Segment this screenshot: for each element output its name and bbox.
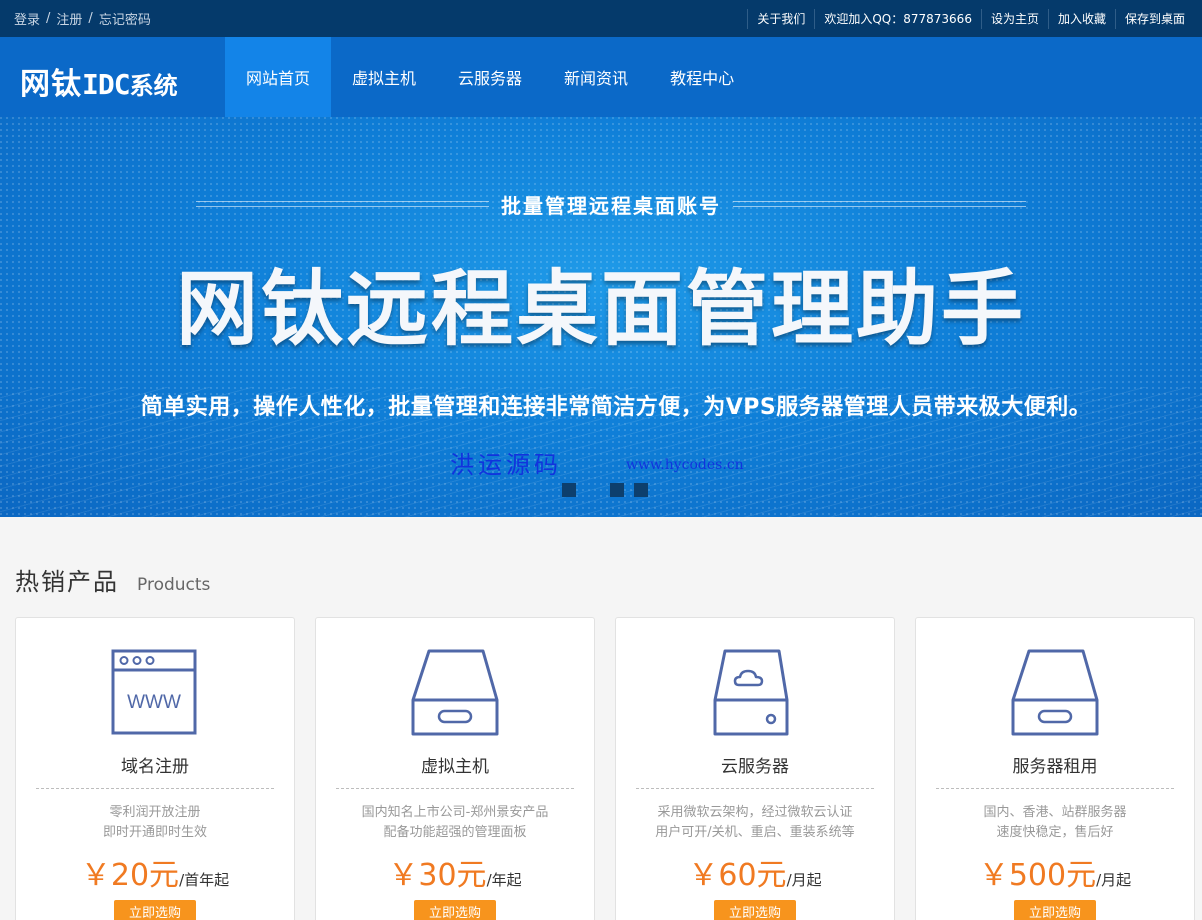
register-link[interactable]: 注册 bbox=[56, 9, 82, 28]
product-name: 域名注册 bbox=[121, 757, 189, 777]
nav-item-home[interactable]: 网站首页 bbox=[225, 37, 332, 117]
qq-group-link[interactable]: 欢迎加入QQ：877873666 bbox=[814, 8, 981, 29]
buy-now-button[interactable]: 立即选购 bbox=[1014, 900, 1096, 920]
price-unit: /首年起 bbox=[179, 871, 230, 889]
buy-now-button[interactable]: 立即选购 bbox=[714, 900, 796, 920]
forgot-password-link[interactable]: 忘记密码 bbox=[99, 9, 151, 28]
hero-banner[interactable]: 批量管理远程桌面账号 网钛远程桌面管理助手 简单实用，操作人性化，批量管理和连接… bbox=[0, 117, 1202, 517]
product-name: 服务器租用 bbox=[1012, 757, 1098, 777]
server-drive-icon bbox=[1011, 649, 1099, 736]
nav-item-tutorials[interactable]: 教程中心 bbox=[649, 37, 755, 117]
price-unit: /月起 bbox=[786, 871, 822, 889]
save-to-desktop-link[interactable]: 保存到桌面 bbox=[1114, 8, 1194, 29]
watermark-url: www.hycodes.cn bbox=[626, 457, 744, 473]
carousel-indicators bbox=[562, 483, 658, 497]
product-card-domain[interactable]: WWW 域名注册 零利润开放注册 即时开通即时生效 ￥20元 /首年起 立即选购 bbox=[15, 617, 295, 920]
product-price: ￥60元 /月起 bbox=[616, 850, 894, 894]
product-price: ￥30元 /年起 bbox=[316, 850, 594, 894]
card-divider bbox=[336, 788, 574, 789]
hard-drive-icon bbox=[411, 649, 499, 736]
product-price: ￥500元 /月起 bbox=[916, 850, 1194, 894]
product-desc-line2: 速度快稳定，售后好 bbox=[996, 825, 1114, 840]
banner-subtitle-row: 批量管理远程桌面账号 bbox=[196, 189, 1026, 219]
carousel-dot-2[interactable] bbox=[586, 483, 600, 497]
login-link[interactable]: 登录 bbox=[14, 9, 40, 28]
nav-item-cloud-server[interactable]: 云服务器 bbox=[437, 37, 543, 117]
section-title-en: Products bbox=[137, 575, 211, 595]
price-unit: /年起 bbox=[486, 871, 522, 889]
nav-item-virtual-host[interactable]: 虚拟主机 bbox=[331, 37, 437, 117]
price-unit: /月起 bbox=[1096, 871, 1132, 889]
browser-www-icon: WWW bbox=[111, 649, 197, 735]
nav-item-news[interactable]: 新闻资讯 bbox=[543, 37, 649, 117]
banner-headline: 网钛远程桌面管理助手 bbox=[175, 262, 1026, 357]
price-amount: ￥60元 bbox=[688, 858, 787, 893]
main-nav: 网站首页 虚拟主机 云服务器 新闻资讯 教程中心 bbox=[225, 37, 755, 117]
logo-text-part2: IDC bbox=[82, 68, 131, 101]
utility-links: 关于我们 欢迎加入QQ：877873666 设为主页 加入收藏 保存到桌面 bbox=[747, 0, 1194, 37]
product-card-virtual-host[interactable]: 虚拟主机 国内知名上市公司-郑州景安产品 配备功能超强的管理面板 ￥30元 /年… bbox=[315, 617, 595, 920]
product-name: 云服务器 bbox=[721, 757, 789, 777]
decorative-rule-right bbox=[733, 201, 1026, 207]
logo-text-part1: 网钛 bbox=[20, 67, 82, 102]
account-links: 登录 / 注册 / 忘记密码 bbox=[14, 0, 151, 37]
price-amount: ￥500元 bbox=[978, 858, 1097, 893]
product-desc-line1: 零利润开放注册 bbox=[109, 805, 201, 820]
product-cards: WWW 域名注册 零利润开放注册 即时开通即时生效 ￥20元 /首年起 立即选购… bbox=[15, 617, 1195, 920]
product-card-cloud-server[interactable]: 云服务器 采用微软云架构，经过微软云认证 用户可开/关机、重启、重装系统等 ￥6… bbox=[615, 617, 895, 920]
watermark-text: 洪运源码 bbox=[450, 451, 562, 479]
price-amount: ￥20元 bbox=[80, 858, 180, 893]
product-name: 虚拟主机 bbox=[421, 757, 489, 777]
price-amount: ￥30元 bbox=[388, 858, 487, 893]
section-title-cn: 热销产品 bbox=[15, 568, 119, 596]
separator: / bbox=[46, 11, 51, 26]
product-desc-line1: 采用微软云架构，经过微软云认证 bbox=[657, 805, 853, 820]
card-divider bbox=[36, 788, 274, 789]
card-divider bbox=[636, 788, 874, 789]
product-desc-line2: 用户可开/关机、重启、重装系统等 bbox=[655, 825, 855, 840]
logo-text-part3: 系统 bbox=[129, 72, 178, 100]
site-logo[interactable]: 网钛 IDC 系统 bbox=[20, 59, 178, 102]
banner-description: 简单实用，操作人性化，批量管理和连接非常简洁方便，为VPS服务器管理人员带来极大… bbox=[140, 395, 1092, 420]
separator: / bbox=[88, 11, 93, 26]
cloud-drive-icon bbox=[713, 649, 789, 736]
top-bar: 登录 / 注册 / 忘记密码 关于我们 欢迎加入QQ：877873666 设为主… bbox=[0, 0, 1202, 37]
product-desc-line2: 即时开通即时生效 bbox=[102, 825, 207, 840]
card-divider bbox=[936, 788, 1174, 789]
product-price: ￥20元 /首年起 bbox=[16, 850, 294, 894]
icon-www-text: WWW bbox=[127, 692, 181, 713]
product-desc-line1: 国内、香港、站群服务器 bbox=[983, 805, 1127, 820]
product-card-server-rental[interactable]: 服务器租用 国内、香港、站群服务器 速度快稳定，售后好 ￥500元 /月起 立即… bbox=[915, 617, 1195, 920]
carousel-dot-3[interactable] bbox=[610, 483, 624, 497]
banner-subtitle: 批量管理远程桌面账号 bbox=[501, 193, 721, 218]
decorative-rule-left bbox=[196, 201, 489, 207]
product-desc-line1: 国内知名上市公司-郑州景安产品 bbox=[361, 805, 549, 820]
buy-now-button[interactable]: 立即选购 bbox=[414, 900, 496, 920]
product-desc-line2: 配备功能超强的管理面板 bbox=[383, 825, 527, 840]
add-favorite-link[interactable]: 加入收藏 bbox=[1047, 8, 1115, 29]
carousel-dot-4[interactable] bbox=[634, 483, 648, 497]
products-section-title: 热销产品 Products bbox=[15, 562, 210, 597]
carousel-dot-1[interactable] bbox=[562, 483, 576, 497]
main-navbar: 网钛 IDC 系统 网站首页 虚拟主机 云服务器 新闻资讯 教程中心 bbox=[0, 37, 1202, 117]
buy-now-button[interactable]: 立即选购 bbox=[114, 900, 196, 920]
set-homepage-link[interactable]: 设为主页 bbox=[980, 8, 1048, 29]
about-us-link[interactable]: 关于我们 bbox=[747, 8, 814, 29]
